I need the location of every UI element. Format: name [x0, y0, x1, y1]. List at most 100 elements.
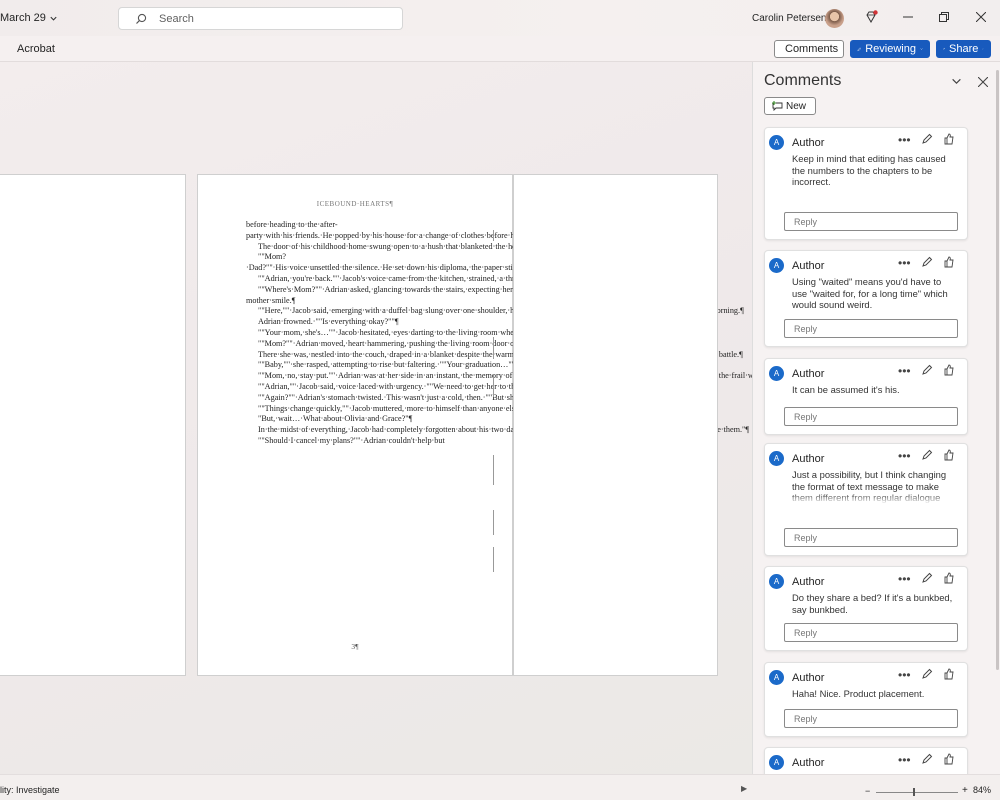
more-options-icon[interactable]: ••• — [898, 668, 911, 682]
like-icon[interactable] — [943, 572, 955, 584]
paragraph[interactable]: "But,·wait…·What·about·Olivia·and·Grace?… — [246, 414, 477, 425]
more-options-icon[interactable]: ••• — [898, 256, 911, 270]
change-bar — [493, 455, 494, 485]
more-options-icon[interactable]: ••• — [898, 572, 911, 586]
paragraph[interactable]: ""Mom,·no,·stay·put.""·Adrian·was·at·her… — [246, 371, 817, 382]
user-avatar[interactable] — [825, 9, 844, 28]
comment-card[interactable]: A Author ••• Keep in mind that editing has … — [764, 127, 968, 240]
chevron-down-icon — [982, 48, 984, 50]
edit-icon[interactable] — [921, 572, 933, 584]
reviewing-mode-button[interactable]: Reviewing — [850, 40, 930, 58]
close-pane-button[interactable] — [977, 75, 989, 90]
edit-icon[interactable] — [921, 364, 933, 376]
comment-card[interactable]: A Author ••• Just a possibility, but I thin… — [764, 443, 968, 556]
reply-input[interactable]: Reply — [784, 319, 958, 338]
paragraph[interactable]: The·door·of·his·childhood·home·swung·ope… — [246, 242, 533, 253]
comment-author: Author — [792, 453, 825, 465]
minimize-icon — [903, 16, 913, 18]
comment-card[interactable]: A Author ••• Haha! Nice. Product placement.… — [764, 662, 968, 737]
edit-icon[interactable] — [921, 133, 933, 145]
like-icon[interactable] — [943, 668, 955, 680]
paragraph[interactable]: ""Mom?""·Adrian·moved,·heart·hammering,·… — [246, 339, 532, 350]
change-bar — [493, 547, 494, 572]
comment-author-avatar: A — [769, 258, 784, 273]
edit-icon[interactable] — [921, 668, 933, 680]
share-button[interactable]: Share — [936, 40, 991, 58]
reply-input[interactable]: Reply — [784, 623, 958, 642]
restore-button[interactable] — [939, 11, 949, 25]
new-comment-label: New — [786, 100, 807, 112]
comment-actions: ••• — [898, 449, 955, 463]
restore-icon — [939, 12, 949, 22]
comment-author: Author — [792, 576, 825, 588]
comment-author-avatar: A — [769, 135, 784, 150]
paragraph[interactable]: There·she·was,·nestled·into·the·couch,·d… — [246, 350, 743, 361]
edit-icon[interactable] — [921, 753, 933, 765]
share-label: Share — [949, 43, 979, 55]
reply-input[interactable]: Reply — [784, 528, 958, 547]
paragraph[interactable]: Adrian·frowned.·""Is·everything·okay?""¶ — [246, 317, 477, 328]
page-body-text[interactable]: before·heading·to·the·after-party·with·h… — [246, 220, 817, 447]
comment-text: Just a possibility, but I think changing… — [792, 469, 947, 504]
paragraph[interactable]: ""Baby,""·she·rasped,·attempting·to·rise… — [246, 360, 519, 371]
document-title-dropdown[interactable]: March 29 — [0, 12, 58, 24]
zoom-slider-track[interactable] — [876, 792, 958, 793]
paragraph[interactable]: ""Here,""·Jacob·said,·emerging·with·a·du… — [246, 306, 744, 317]
minimize-button[interactable] — [903, 11, 913, 25]
reply-input[interactable]: Reply — [784, 212, 958, 231]
comment-author: Author — [792, 672, 825, 684]
more-options-icon[interactable]: ••• — [898, 364, 911, 378]
new-comment-button[interactable]: New — [764, 97, 816, 115]
like-icon[interactable] — [943, 256, 955, 268]
comment-text: Using "waited" means you'd have to use "… — [792, 276, 948, 311]
comment-card[interactable]: A Author ••• It can be assumed it's his. Rep… — [764, 358, 968, 435]
close-window-button[interactable] — [975, 11, 987, 25]
edit-icon[interactable] — [921, 449, 933, 461]
zoom-in-button[interactable]: + — [962, 785, 968, 796]
like-icon[interactable] — [943, 133, 955, 145]
paragraph[interactable]: ""Things·change·quickly,""·Jacob·muttere… — [246, 404, 593, 415]
reply-input[interactable]: Reply — [784, 407, 958, 426]
comments-pane: Comments New A Author ••• Keep in mind that… — [752, 62, 1000, 787]
user-name[interactable]: Carolin Petersen — [752, 13, 826, 24]
comment-actions: ••• — [898, 753, 955, 767]
accessibility-status[interactable]: lity: Investigate — [0, 785, 60, 795]
comment-card[interactable]: A Author ••• Do they share a bed? If it's a… — [764, 566, 968, 651]
comment-author-avatar: A — [769, 670, 784, 685]
document-date: March 29 — [0, 12, 46, 24]
comment-author-avatar: A — [769, 574, 784, 589]
zoom-level[interactable]: 84% — [973, 785, 991, 795]
paragraph[interactable]: ""Should·I·cancel·my·plans?""·Adrian·cou… — [246, 436, 477, 447]
more-options-icon[interactable]: ••• — [898, 753, 911, 767]
document-canvas[interactable]: ICEBOUND·HEARTS¶ before·heading·to·the·a… — [0, 62, 817, 774]
paragraph[interactable]: ""Mom?·Dad?""·His·voice·unsettled·the·si… — [246, 252, 668, 274]
comment-card[interactable]: A Author ••• Using "waited" means you'd hav… — [764, 250, 968, 347]
like-icon[interactable] — [943, 449, 955, 461]
comment-text: Keep in mind that editing has caused the… — [792, 153, 946, 188]
more-options-icon[interactable]: ••• — [898, 449, 911, 463]
comments-scrollbar[interactable] — [996, 70, 999, 670]
pane-options-button[interactable] — [951, 75, 962, 90]
comments-button[interactable]: Comments — [774, 40, 844, 58]
more-options-icon[interactable]: ••• — [898, 133, 911, 147]
paragraph[interactable]: ""Again?""·Adrian's·stomach·twisted.·Thi… — [246, 393, 606, 404]
reply-input[interactable]: Reply — [784, 709, 958, 728]
paragraph[interactable]: ""Your·mom,·she's…""·Jacob·hesitated,·ey… — [246, 328, 617, 339]
scroll-right-arrow[interactable]: ▶ — [741, 784, 747, 793]
zoom-out-button[interactable]: − — [865, 786, 870, 796]
paragraph[interactable]: ""Adrian,·you're·back.""·Jacob's·voice·c… — [246, 274, 583, 285]
page-current[interactable]: ICEBOUND·HEARTS¶ before·heading·to·the·a… — [197, 174, 817, 676]
search-box[interactable]: Search — [118, 7, 403, 30]
page-next[interactable] — [513, 174, 718, 676]
like-icon[interactable] — [943, 753, 955, 765]
paragraph[interactable]: ""Adrian,""·Jacob·said,·voice·laced·with… — [246, 382, 560, 393]
paragraph[interactable]: before·heading·to·the·after-party·with·h… — [246, 220, 560, 242]
paragraph[interactable]: ""Where's·Mom?""·Adrian·asked,·glancing·… — [246, 285, 603, 307]
zoom-slider-thumb[interactable] — [913, 788, 915, 796]
tab-acrobat[interactable]: Acrobat — [17, 43, 55, 55]
paragraph[interactable]: In·the·midst·of·everything,·Jacob·had·co… — [246, 425, 749, 436]
like-icon[interactable] — [943, 364, 955, 376]
page-previous[interactable] — [0, 174, 186, 676]
edit-icon[interactable] — [921, 256, 933, 268]
premium-diamond-icon[interactable] — [864, 10, 878, 24]
